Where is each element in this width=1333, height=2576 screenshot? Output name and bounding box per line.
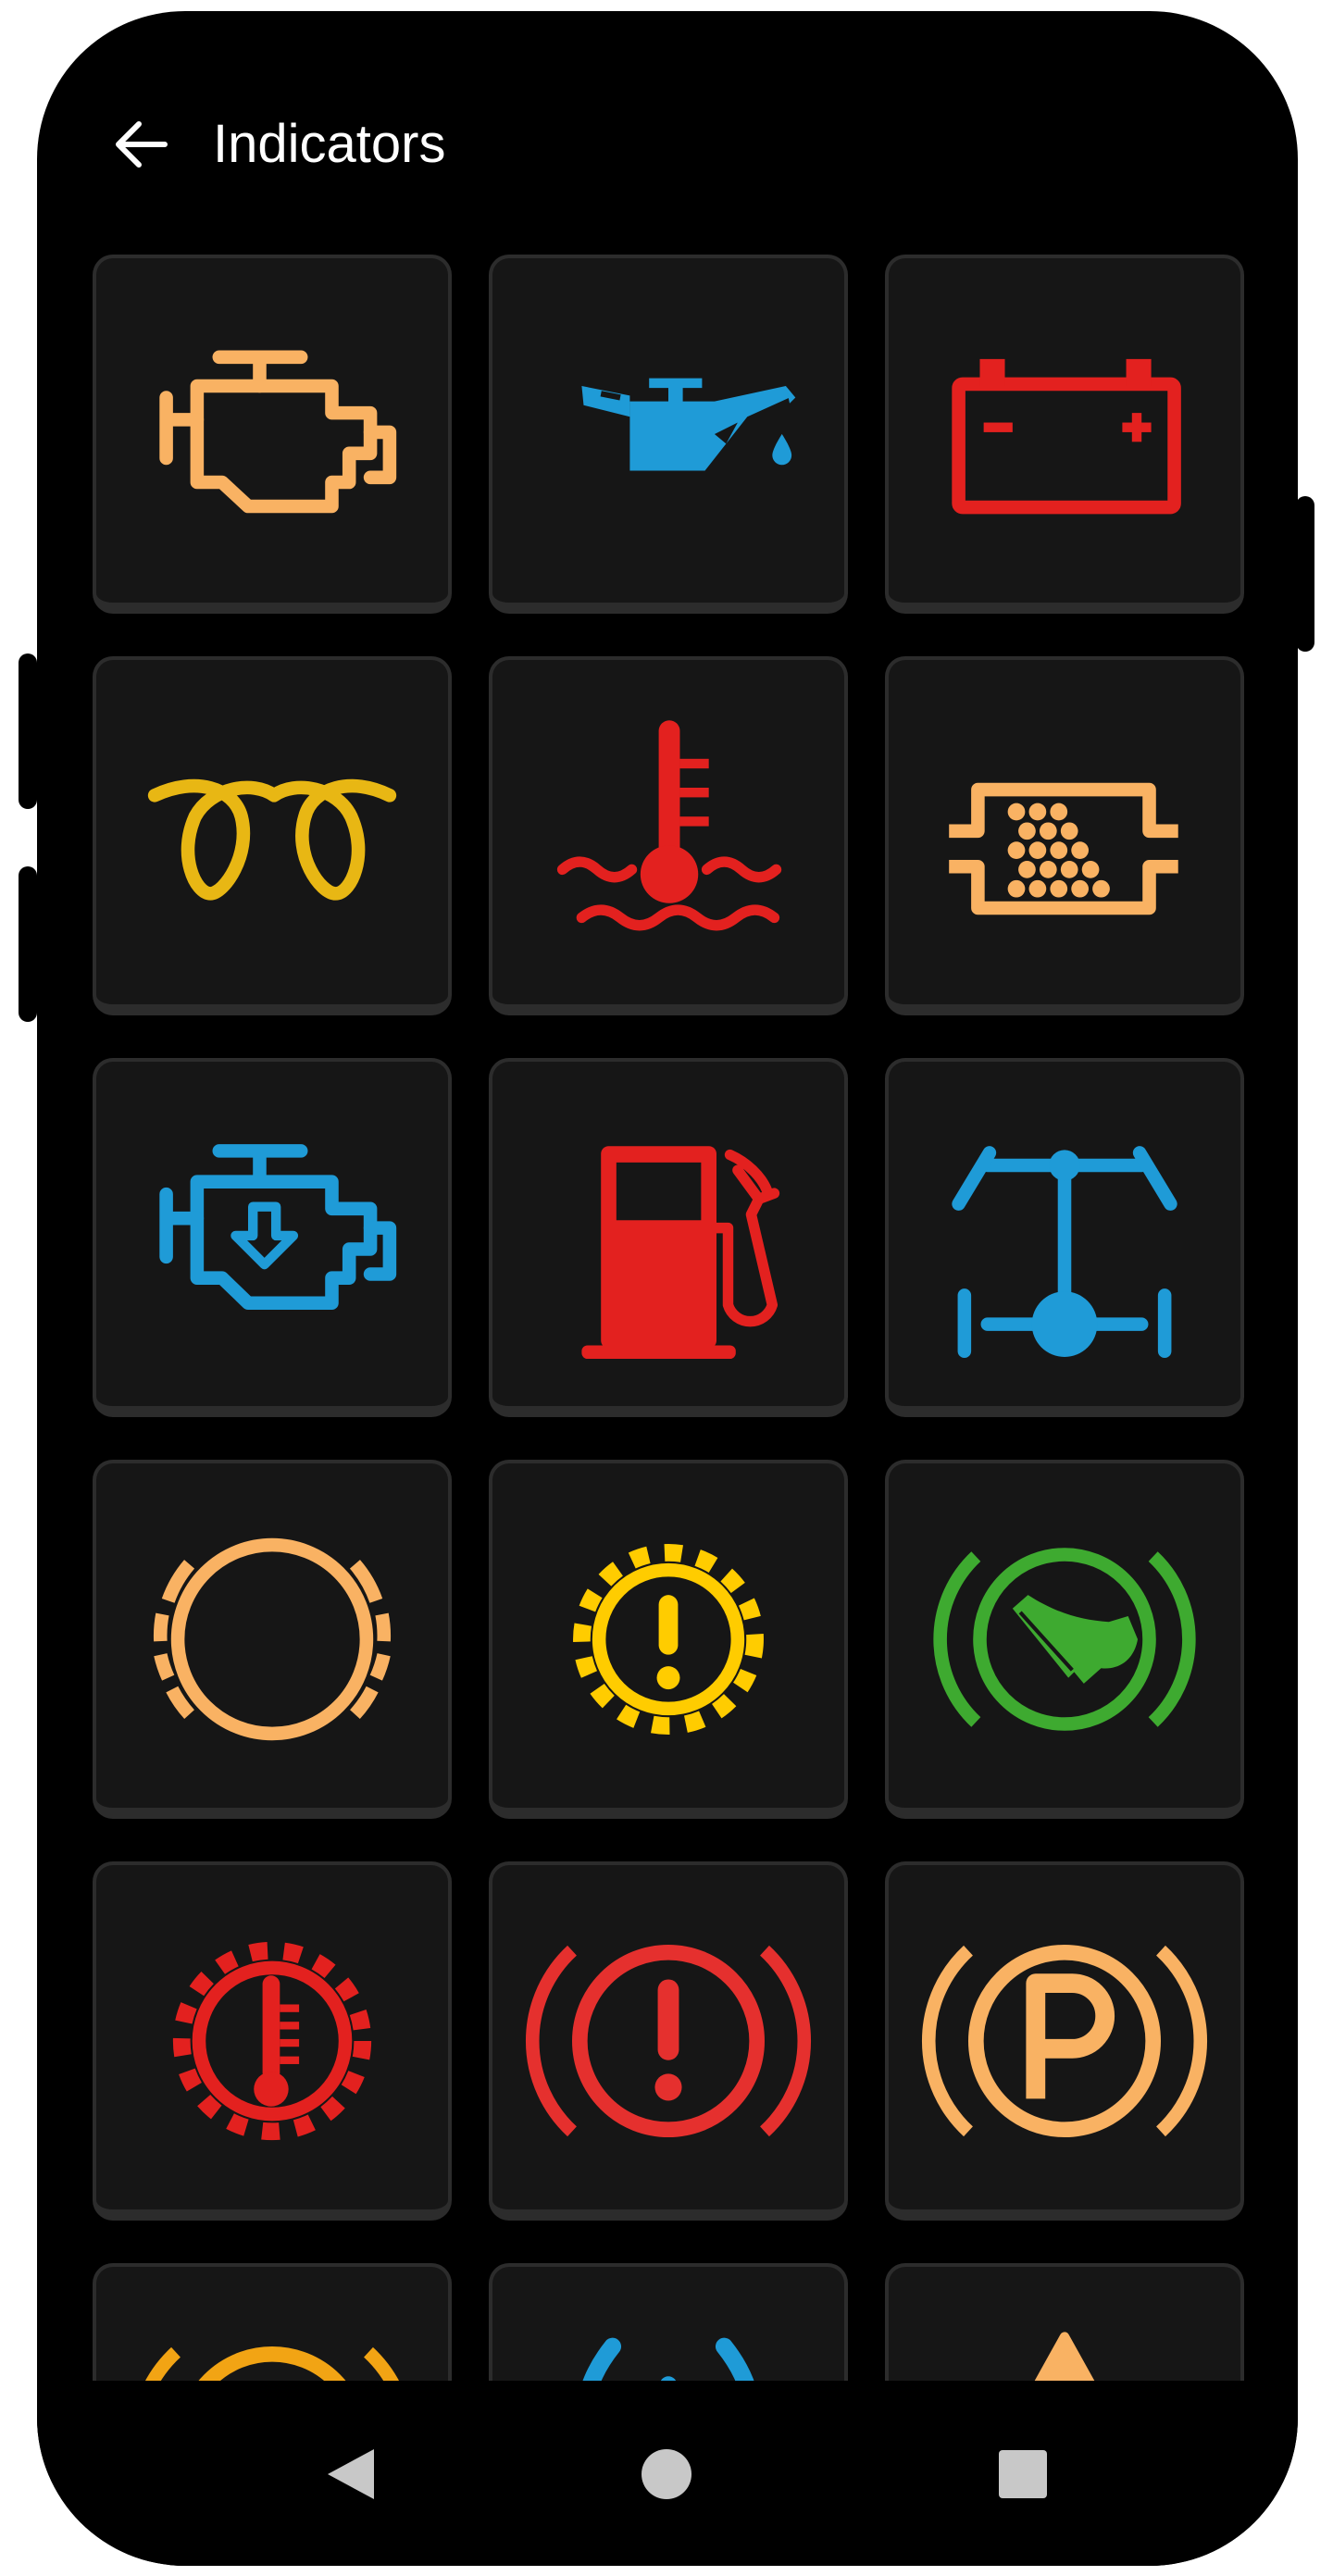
volume-up-button [19, 653, 37, 809]
indicator-tile[interactable] [489, 1861, 848, 2221]
indicator-tile[interactable] [93, 255, 452, 614]
phone-screen: Indicators [37, 11, 1298, 2566]
indicator-tile[interactable] [489, 1460, 848, 1819]
indicator-tile[interactable] [885, 255, 1244, 614]
engine-power-reduced-icon [159, 1144, 397, 1310]
power-button [1296, 496, 1314, 652]
nav-recents-button[interactable] [981, 2433, 1065, 2516]
nav-back-button[interactable] [311, 2433, 394, 2516]
indicator-tile[interactable] [93, 1058, 452, 1417]
indicator-tile[interactable] [885, 1861, 1244, 2221]
transmission-temperature-icon [172, 1941, 372, 2141]
glow-plug-icon [147, 778, 397, 901]
brake-pad-wear-icon [153, 1537, 392, 1741]
arrow-left-icon [116, 121, 168, 168]
page-title: Indicators [213, 114, 446, 174]
coolant-temperature-icon [556, 720, 782, 931]
indicator-tile[interactable] [489, 255, 848, 614]
back-button[interactable] [104, 107, 178, 181]
nav-recents-icon [999, 2450, 1047, 2498]
check-engine-icon [159, 350, 397, 514]
nav-home-icon [642, 2449, 691, 2499]
indicator-tile[interactable] [489, 656, 848, 1015]
nav-home-button[interactable] [625, 2433, 708, 2516]
top-app-bar: Indicators [37, 11, 1298, 233]
indicator-tile[interactable] [885, 1058, 1244, 1417]
nav-back-icon [328, 2449, 374, 2499]
parking-brake-service-icon [933, 1548, 1196, 1731]
system-navigation-bar [37, 2381, 1298, 2566]
indicator-grid-scroll[interactable] [37, 241, 1298, 2407]
low-fuel-icon [581, 1146, 780, 1360]
indicator-tile[interactable] [93, 656, 452, 1015]
indicator-tile[interactable] [885, 1460, 1244, 1819]
parking-brake-icon [922, 1945, 1207, 2137]
transmission-warning-icon [573, 1544, 764, 1735]
diesel-particulate-filter-icon [949, 782, 1178, 915]
volume-down-button [19, 866, 37, 1022]
indicator-tile[interactable] [489, 1058, 848, 1417]
four-wheel-drive-icon [952, 1146, 1177, 1358]
brake-warning-icon [526, 1945, 811, 2137]
oil-pressure-icon [581, 378, 796, 471]
indicator-tile[interactable] [93, 1861, 452, 2221]
indicator-grid [93, 255, 1287, 2407]
battery-icon [952, 358, 1181, 515]
indicator-tile[interactable] [885, 656, 1244, 1015]
indicator-tile[interactable] [93, 1460, 452, 1819]
